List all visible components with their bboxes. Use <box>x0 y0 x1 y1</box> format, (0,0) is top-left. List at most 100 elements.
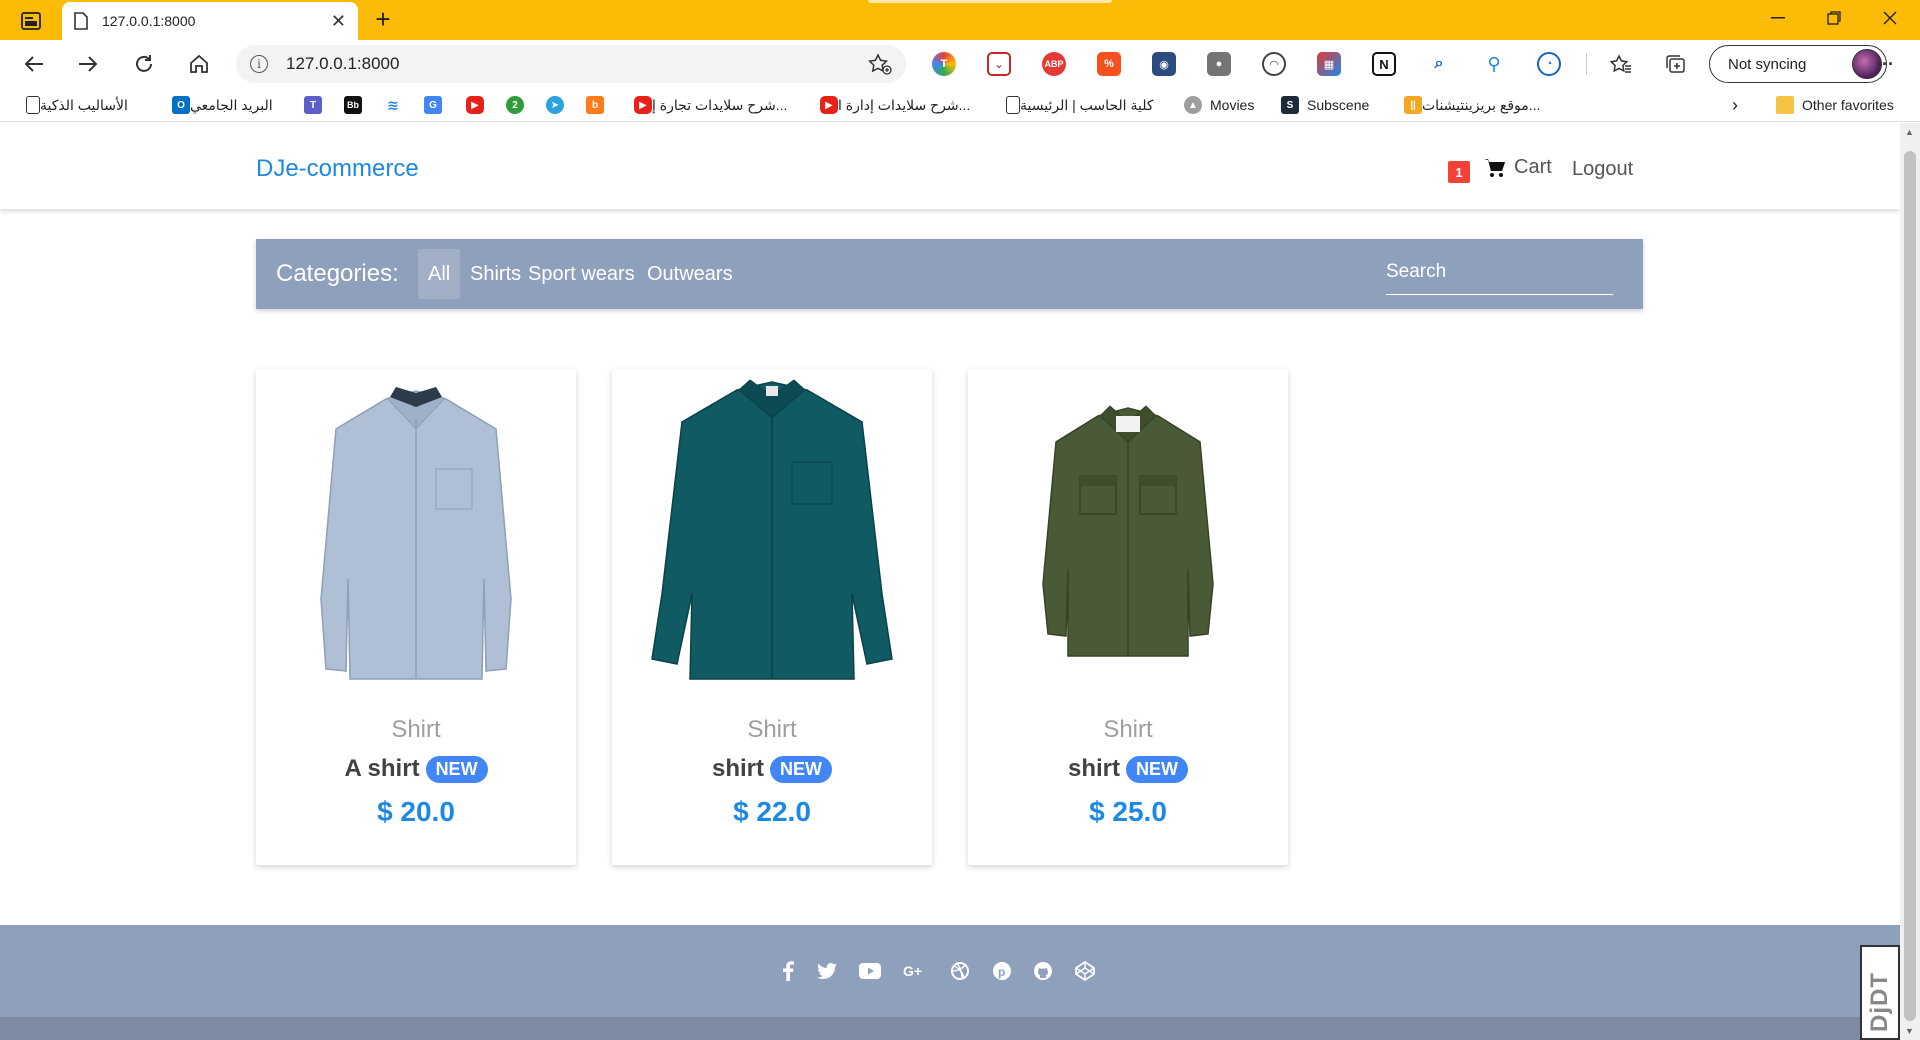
slides-icon: || <box>1404 96 1422 114</box>
titlebar-highlight <box>868 0 1112 3</box>
new-tab-button[interactable]: + <box>368 6 398 34</box>
zoom-icon[interactable]: ⚲ <box>1482 52 1506 76</box>
cart-count-badge[interactable]: 1 <box>1448 161 1470 183</box>
bookmark-item[interactable]: S Subscene <box>1281 94 1369 116</box>
debug-toolbar-label: DjDT <box>1866 972 1893 1032</box>
bookmark-teams[interactable]: T <box>304 94 330 116</box>
extension-camera-icon[interactable]: ◉ <box>1152 52 1176 76</box>
extension-pocket-icon[interactable]: ⌄ <box>987 52 1011 76</box>
cart-link[interactable]: Cart <box>1484 156 1552 179</box>
site-info-icon[interactable]: i <box>250 55 268 73</box>
site-navbar: DJe-commerce 1 Cart Logout <box>0 123 1900 209</box>
minimize-icon[interactable] <box>1750 0 1806 36</box>
category-all[interactable]: All <box>418 249 461 299</box>
browser-tab[interactable]: 127.0.0.1:8000 ✕ <box>62 2 358 40</box>
codepen-icon[interactable] <box>1073 959 1097 983</box>
wave-icon: ≋ <box>384 96 402 114</box>
collections-icon[interactable] <box>1658 48 1694 80</box>
youtube-icon: ▶ <box>634 96 652 114</box>
tab-actions-icon[interactable] <box>14 8 48 34</box>
extension-percent-icon[interactable]: % <box>1097 52 1121 76</box>
product-card[interactable]: Shirt shirt NEW $ 22.0 <box>612 369 932 865</box>
google-plus-icon[interactable]: G+ <box>903 959 927 983</box>
url-text[interactable]: 127.0.0.1:8000 <box>286 54 868 74</box>
bookmark-2[interactable]: 2 <box>506 94 532 116</box>
product-image[interactable] <box>968 369 1288 699</box>
close-window-icon[interactable] <box>1862 0 1918 36</box>
search-input[interactable]: Search <box>1386 261 1613 295</box>
product-price: $ 25.0 <box>1089 796 1167 827</box>
home-icon[interactable] <box>181 48 217 80</box>
bookmark-item[interactable]: O البريد الجامعي <box>164 94 273 116</box>
debug-toolbar-handle[interactable]: DjDT <box>1860 945 1900 1040</box>
add-favorite-icon[interactable] <box>868 53 892 75</box>
product-name-row: A shirt NEW <box>256 755 576 783</box>
extension-search-icon[interactable]: ⌕ <box>1427 52 1451 76</box>
product-image[interactable] <box>256 369 576 699</box>
svg-text:p: p <box>998 965 1005 979</box>
restore-icon[interactable] <box>1806 0 1862 36</box>
notion-icon[interactable]: N <box>1372 52 1396 76</box>
bookmark-item[interactable]: الأساليب الذكية <box>18 94 128 116</box>
bookmark-item[interactable]: ▶ شرح سلايدات تجارة إ... <box>626 94 787 116</box>
product-name[interactable]: shirt <box>712 755 764 783</box>
new-badge: NEW <box>1126 755 1188 783</box>
bookmark-orange[interactable]: b <box>586 94 612 116</box>
category-sport-wears[interactable]: Sport wears <box>518 249 645 299</box>
product-category: Shirt <box>1103 716 1153 743</box>
bookmark-translate[interactable]: G <box>424 94 450 116</box>
scroll-down-icon[interactable]: ▼ <box>1905 1026 1914 1036</box>
extension-color-icon[interactable]: T <box>932 52 956 76</box>
teams-icon: T <box>304 96 322 114</box>
close-tab-icon[interactable]: ✕ <box>331 11 346 32</box>
extension-speed-icon[interactable]: ◠ <box>1262 52 1286 76</box>
bookmark-item[interactable]: || موقع بريزينتيشنات... <box>1396 94 1540 116</box>
bookmarks-overflow-icon[interactable]: › <box>1732 94 1738 116</box>
forward-icon[interactable] <box>70 48 106 80</box>
web-page: DJe-commerce 1 Cart Logout Categories: A… <box>0 123 1900 1040</box>
back-icon[interactable] <box>16 48 52 80</box>
page-icon <box>26 96 40 114</box>
profile-button[interactable]: Not syncing <box>1709 45 1887 83</box>
favorites-icon[interactable] <box>1603 48 1639 80</box>
bookmark-wave[interactable]: ≋ <box>384 94 410 116</box>
dribbble-icon[interactable] <box>948 959 972 983</box>
other-favorites[interactable]: Other favorites <box>1776 94 1894 116</box>
bookmark-item[interactable]: ▲ Movies <box>1184 94 1254 116</box>
product-name[interactable]: shirt <box>1068 755 1120 783</box>
telegram-icon: ➤ <box>546 96 564 114</box>
bookmark-youtube[interactable]: ▶ <box>466 94 492 116</box>
scroll-up-icon[interactable]: ▲ <box>1905 127 1914 137</box>
bookmark-bb[interactable]: Bb <box>344 94 370 116</box>
product-name-row: shirt NEW <box>612 755 932 783</box>
facebook-icon[interactable] <box>776 959 800 983</box>
product-card[interactable]: Shirt shirt NEW $ 25.0 <box>968 369 1288 865</box>
scrollbar-thumb[interactable] <box>1904 151 1916 1021</box>
bookmark-telegram[interactable]: ➤ <box>546 94 572 116</box>
category-outwears[interactable]: Outwears <box>637 249 743 299</box>
page-scrollbar[interactable]: ▲ ▼ <box>1900 123 1920 1040</box>
cart-label: Cart <box>1514 156 1552 178</box>
profile-status: Not syncing <box>1728 55 1807 73</box>
pinterest-icon[interactable]: p <box>990 959 1014 983</box>
bookmark-item[interactable]: ▶ شرح سلايدات إدارة ا... <box>812 94 970 116</box>
product-image[interactable] <box>612 369 932 699</box>
folder-icon <box>1776 96 1794 114</box>
browser-titlebar: 127.0.0.1:8000 ✕ + <box>0 0 1920 40</box>
settings-more-icon[interactable]: ··· <box>1867 48 1903 80</box>
extension-user-icon[interactable]: ● <box>1207 52 1231 76</box>
bookmark-item[interactable]: كلية الحاسب | الرئيسية <box>998 94 1154 116</box>
address-bar[interactable]: i 127.0.0.1:8000 <box>236 45 906 83</box>
product-card[interactable]: Shirt A shirt NEW $ 20.0 <box>256 369 576 865</box>
adblock-icon[interactable]: ABP <box>1042 52 1066 76</box>
extension-palette-icon[interactable]: ▦ <box>1317 52 1341 76</box>
product-name[interactable]: A shirt <box>344 755 419 783</box>
extension-circle-icon[interactable]: ◔ <box>1537 52 1561 76</box>
site-brand[interactable]: DJe-commerce <box>256 155 419 183</box>
youtube-icon[interactable] <box>858 959 882 983</box>
product-category: Shirt <box>391 716 441 743</box>
logout-link[interactable]: Logout <box>1572 158 1633 181</box>
github-icon[interactable] <box>1031 959 1055 983</box>
twitter-icon[interactable] <box>815 959 839 983</box>
refresh-icon[interactable] <box>126 48 162 80</box>
